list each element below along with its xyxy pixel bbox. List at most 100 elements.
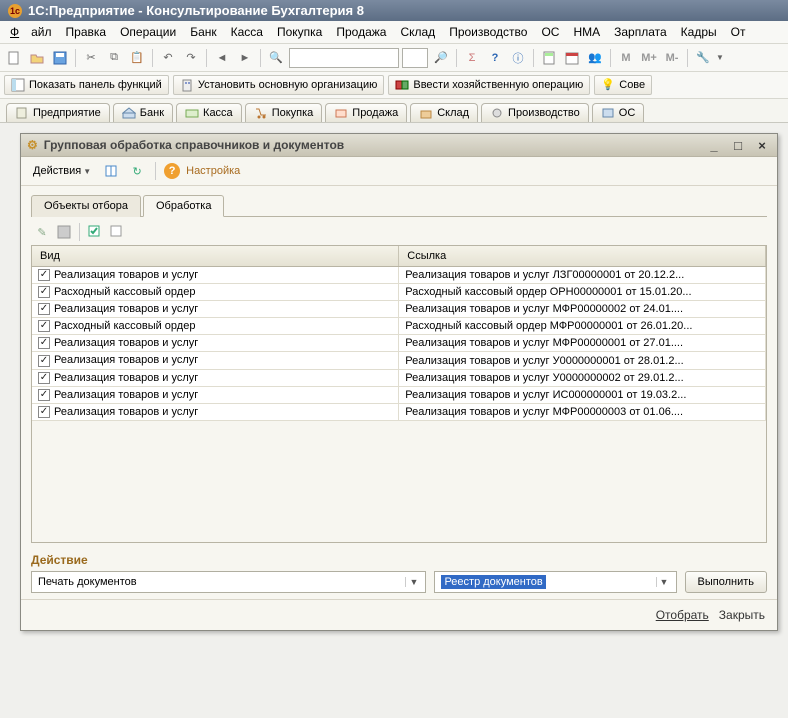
dropdown-arrow-icon[interactable]: ▼	[716, 53, 724, 62]
tab-selection-objects[interactable]: Объекты отбора	[31, 195, 141, 217]
refresh-icon[interactable]: ↻	[127, 161, 147, 181]
cell-type-text: Реализация товаров и услуг	[54, 406, 198, 418]
checkbox-icon[interactable]: ✓	[38, 389, 50, 401]
section-tab-os[interactable]: ОС	[592, 103, 645, 122]
menu-reports[interactable]: От	[725, 23, 752, 41]
checkbox-icon[interactable]: ✓	[38, 337, 50, 349]
actions-dropdown[interactable]: Действия ▼	[29, 164, 95, 178]
back-icon[interactable]: ◄	[212, 48, 232, 68]
table-row[interactable]: ✓Реализация товаров и услугРеализация то…	[32, 386, 766, 403]
help-icon[interactable]: ?	[485, 48, 505, 68]
menu-edit[interactable]: Правка	[60, 23, 113, 41]
mminus-button[interactable]: M-	[662, 48, 682, 68]
section-tab-enterprise[interactable]: Предприятие	[6, 103, 110, 122]
section-tab-cash[interactable]: Касса	[176, 103, 242, 122]
checkbox-icon[interactable]: ✓	[38, 303, 50, 315]
dialog-tabs: Объекты отбора Обработка	[31, 194, 767, 217]
checkbox-icon[interactable]: ✓	[38, 406, 50, 418]
select-button[interactable]: Отобрать	[656, 608, 709, 622]
menu-cash[interactable]: Касса	[225, 23, 269, 41]
menu-file[interactable]: Файл	[4, 23, 58, 41]
book-icon[interactable]	[101, 161, 121, 181]
checkbox-icon[interactable]: ✓	[38, 372, 50, 384]
menu-bank[interactable]: Банк	[184, 23, 222, 41]
settings-link[interactable]: Настройка	[186, 165, 240, 177]
gear-icon: ⚙	[27, 138, 38, 152]
menu-bar: Файл Правка Операции Банк Касса Покупка …	[0, 21, 788, 44]
save-icon[interactable]	[50, 48, 70, 68]
redo-icon[interactable]: ↷	[181, 48, 201, 68]
cell-link: Реализация товаров и услуг МФР00000001 о…	[399, 335, 766, 352]
search-input[interactable]	[289, 48, 399, 68]
uncheck-all-icon[interactable]	[108, 223, 126, 241]
table-row[interactable]: ✓Реализация товаров и услугРеализация то…	[32, 403, 766, 420]
table-row[interactable]: ✓Реализация товаров и услугРеализация то…	[32, 352, 766, 369]
help-icon[interactable]: ?	[164, 163, 180, 179]
forward-icon[interactable]: ►	[235, 48, 255, 68]
checkbox-icon[interactable]: ✓	[38, 320, 50, 332]
check-all-icon[interactable]	[86, 223, 104, 241]
col-type-header[interactable]: Вид	[32, 246, 399, 267]
checkbox-icon[interactable]: ✓	[38, 355, 50, 367]
enter-operation-button[interactable]: Ввести хозяйственную операцию	[388, 75, 590, 95]
menu-production[interactable]: Производство	[443, 23, 533, 41]
undo-icon[interactable]: ↶	[158, 48, 178, 68]
section-tab-production[interactable]: Производство	[481, 103, 589, 122]
section-tab-purchase[interactable]: Покупка	[245, 103, 323, 122]
copy-icon[interactable]: ⧉	[104, 48, 124, 68]
menu-sale[interactable]: Продажа	[330, 23, 392, 41]
execute-button[interactable]: Выполнить	[685, 571, 767, 593]
section-tab-label: Предприятие	[33, 107, 101, 119]
sigma-icon[interactable]: Σ	[462, 48, 482, 68]
checkbox-icon[interactable]: ✓	[38, 269, 50, 281]
menu-salary[interactable]: Зарплата	[608, 23, 673, 41]
menu-purchase[interactable]: Покупка	[271, 23, 328, 41]
search-icon[interactable]: 🔍	[266, 48, 286, 68]
dialog-title-bar[interactable]: ⚙ Групповая обработка справочников и док…	[21, 134, 777, 157]
find-next-icon[interactable]: 🔎	[431, 48, 451, 68]
close-button[interactable]: ×	[753, 137, 771, 153]
cut-icon[interactable]: ✂	[81, 48, 101, 68]
save-icon[interactable]	[55, 223, 73, 241]
m-button[interactable]: M	[616, 48, 636, 68]
document-table[interactable]: Вид Ссылка ✓Реализация товаров и услугРе…	[31, 245, 767, 543]
section-tab-warehouse[interactable]: Склад	[410, 103, 478, 122]
menu-operations[interactable]: Операции	[114, 23, 182, 41]
tab-processing[interactable]: Обработка	[143, 195, 224, 217]
col-link-header[interactable]: Ссылка	[399, 246, 766, 267]
calendar-icon[interactable]	[562, 48, 582, 68]
show-functions-panel-button[interactable]: Показать панель функций	[4, 75, 169, 95]
open-icon[interactable]	[27, 48, 47, 68]
menu-nma[interactable]: НМА	[567, 23, 606, 41]
maximize-button[interactable]: □	[729, 137, 747, 153]
tips-button[interactable]: 💡 Сове	[594, 75, 652, 95]
app-logo-icon: 1c	[8, 4, 22, 18]
table-row[interactable]: ✓Реализация товаров и услугРеализация то…	[32, 335, 766, 352]
search-filter[interactable]	[402, 48, 428, 68]
minimize-button[interactable]: _	[705, 137, 723, 153]
info-icon[interactable]: ⓘ	[508, 48, 528, 68]
calc-icon[interactable]	[539, 48, 559, 68]
section-tab-sale[interactable]: Продажа	[325, 103, 407, 122]
action-param-combo[interactable]: Реестр документов ▼	[434, 571, 676, 593]
set-main-org-button[interactable]: Установить основную организацию	[173, 75, 385, 95]
mplus-button[interactable]: M+	[639, 48, 659, 68]
new-icon[interactable]	[4, 48, 24, 68]
close-link[interactable]: Закрыть	[719, 608, 765, 622]
table-row[interactable]: ✓Реализация товаров и услугРеализация то…	[32, 301, 766, 318]
users-icon[interactable]: 👥	[585, 48, 605, 68]
checkbox-icon[interactable]: ✓	[38, 286, 50, 298]
menu-warehouse[interactable]: Склад	[394, 23, 441, 41]
table-row[interactable]: ✓Расходный кассовый ордерРасходный кассо…	[32, 318, 766, 335]
paste-icon[interactable]: 📋	[127, 48, 147, 68]
menu-personnel[interactable]: Кадры	[675, 23, 723, 41]
action-type-combo[interactable]: Печать документов ▼	[31, 571, 426, 593]
table-row[interactable]: ✓Реализация товаров и услугРеализация то…	[32, 267, 766, 284]
table-row[interactable]: ✓Реализация товаров и услугРеализация то…	[32, 369, 766, 386]
table-row[interactable]: ✓Расходный кассовый ордерРасходный кассо…	[32, 284, 766, 301]
section-tab-label: ОС	[619, 107, 636, 119]
edit-icon[interactable]: ✎	[33, 223, 51, 241]
section-tab-bank[interactable]: Банк	[113, 103, 173, 122]
wrench-icon[interactable]: 🔧	[693, 48, 713, 68]
menu-os[interactable]: ОС	[535, 23, 565, 41]
